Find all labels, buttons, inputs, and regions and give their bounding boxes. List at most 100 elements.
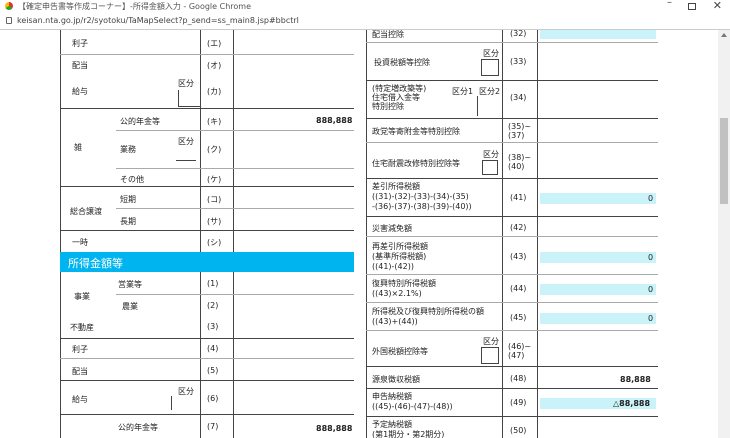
value: △88,888 [613,399,651,408]
row-code: (3) [207,322,219,331]
kubun-label: 区分 [483,150,499,159]
scrollbar-thumb[interactable] [720,118,728,204]
row-label: 再差引所得税額 (基準所得税額) ((41)-(42)) [372,242,428,271]
row-code: (32) [510,30,527,38]
row-label: 利子 [72,345,88,354]
row-sublabel: 営業等 [118,280,142,289]
row-code: (4) [207,344,219,353]
scroll-up-icon[interactable] [721,33,727,37]
kubun-input[interactable] [481,59,499,76]
row-label: 差引所得税額 ((31)-(32)-(33)-(34)-(35) -(36)-(… [372,182,472,211]
row-sublabel: その他 [120,175,144,184]
kubun-label: 区分 [483,337,499,346]
address-bar[interactable]: keisan.nta.go.jp/r2/syotoku/TaMapSelect?… [0,12,730,30]
row-code: (49) [510,398,527,407]
window-titlebar: 【確定申告書等作成コーナー】-所得金額入力 - Google Chrome – … [0,0,730,12]
row-code: (6) [207,394,219,403]
row-code: (43) [510,252,527,261]
row-code: (コ) [207,195,222,204]
row-label: 源泉徴収税額 [372,375,420,384]
minimize-icon[interactable]: – [667,0,672,8]
row-label: 予定納税額 (第1期分・第2期分) [372,420,445,438]
value: 0 [648,314,654,323]
row-code: (オ) [207,61,222,70]
value: 0 [648,253,654,262]
row-code: (ケ) [207,175,222,184]
kubun-label: 区分2 [479,87,501,96]
amount-value: 888,888 [316,116,353,125]
kubun-label: 区分 [483,49,499,58]
row-label: (特定増改築等) 住宅借入金等 特別控除 [372,84,427,111]
row-label: 給与 [72,87,88,96]
row-code: (34) [510,93,527,102]
row-code: (1) [207,279,219,288]
cyan-field [540,252,656,263]
value: 0 [648,194,654,203]
row-label: 投資税額等控除 [374,58,430,67]
row-sublabel: 業務 [120,145,136,154]
maximize-icon[interactable] [688,3,696,10]
row-code: (キ) [207,117,222,126]
row-label: 申告納税額 ((45)-(46)-(47)-(48)) [372,392,453,411]
cyan-field [540,193,656,204]
value: 0 [648,285,654,294]
row-code: (45) [510,313,527,322]
kubun-label: 区分1 [452,87,474,96]
row-label: 利子 [72,39,88,48]
amount-value: 888,888 [316,424,353,433]
row-code: (44) [510,284,527,293]
window-title: 【確定申告書等作成コーナー】-所得金額入力 - Google Chrome [18,2,251,11]
right-margin [658,30,718,438]
left-margin [0,30,60,438]
row-code: (5) [207,366,219,375]
value: 88,888 [620,375,651,384]
row-label: 配当 [72,367,88,376]
row-code: (38)~ (40) [508,153,532,171]
row-code: (エ) [207,39,222,48]
row-label: 所得税及び復興特別所得税の額 ((43)+(44)) [372,307,484,326]
row-label: 配当控除 [372,30,404,39]
vertical-scrollbar[interactable] [718,30,730,438]
chrome-icon [5,2,13,10]
income-table-left: 利子 (エ) 配当 (オ) 給与 区分 (カ) 公的年金等 (キ) 888,88… [60,30,354,438]
kubun-label: 区分 [178,79,194,88]
row-code: (シ) [207,238,222,247]
row-label: 不動産 [70,323,94,332]
row-code: (46)~ (47) [508,342,532,360]
row-label: 政党等寄附金等特別控除 [372,127,460,136]
kubun-label: 区分 [178,387,194,396]
cyan-field [540,30,656,39]
row-code: (サ) [207,217,222,226]
row-code: (ク) [207,145,222,154]
close-icon[interactable]: ✕ [713,0,722,12]
group-label: 事業 [74,292,90,301]
row-label: 外国税額控除等 [372,347,428,356]
url-text[interactable]: keisan.nta.go.jp/r2/syotoku/TaMapSelect?… [17,16,299,25]
kubun-input[interactable] [482,160,498,175]
row-label: 一時 [72,238,88,247]
page-content: 利子 (エ) 配当 (オ) 給与 区分 (カ) 公的年金等 (キ) 888,88… [0,30,718,438]
row-code: (33) [510,57,527,66]
cyan-field [540,284,656,295]
row-code: (35)~ (37) [508,122,532,140]
group-label: 雑 [74,143,82,152]
kubun-input[interactable] [481,347,499,364]
row-sublabel: 公的年金等 [118,423,158,432]
row-code: (50) [510,426,527,435]
row-code: (48) [510,374,527,383]
row-label: 配当 [72,61,88,70]
lock-icon [6,17,12,24]
tax-table-right: 配当控除 (32) 投資税額等控除 区分 (33) (特定増改築等) 住宅借入金… [366,30,658,438]
row-code: (2) [207,301,219,310]
row-sublabel: 長期 [120,217,136,226]
row-label: 住宅耐震改修特別控除等 [372,159,460,168]
row-code: (カ) [207,87,222,96]
row-label: 災害減免額 [372,224,412,233]
row-sublabel: 農業 [122,302,138,311]
row-sublabel: 公的年金等 [120,117,160,126]
group-label: 総合譲渡 [70,207,102,216]
row-sublabel: 短期 [120,195,136,204]
section-header-income: 所得金額等 [60,252,354,272]
kubun-input[interactable] [178,90,200,107]
row-label: 復興特別所得税額 ((43)×2.1%) [372,279,436,298]
